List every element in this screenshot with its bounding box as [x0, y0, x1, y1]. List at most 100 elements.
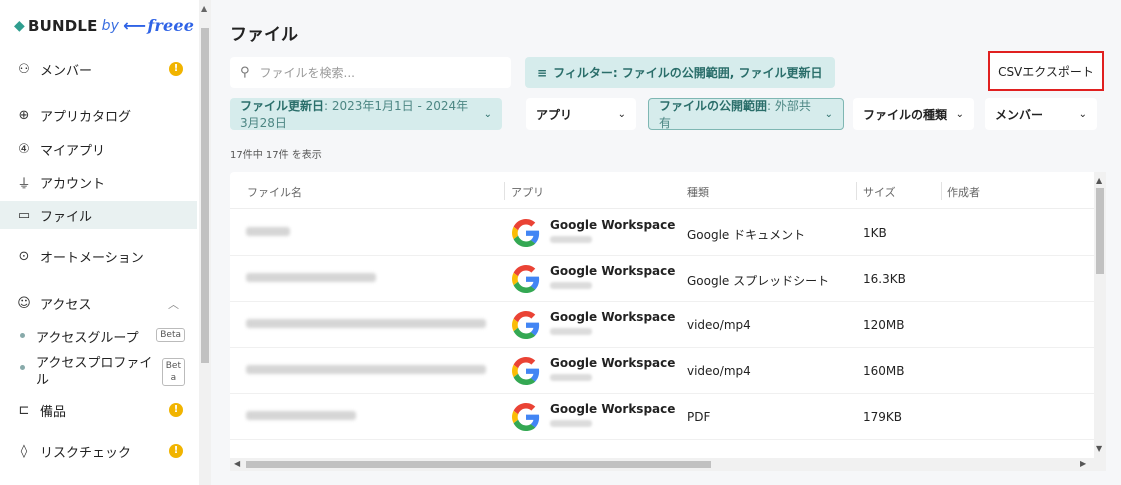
- file-name-redacted: [246, 411, 356, 420]
- table-row[interactable]: Google Workspace PDF 179KB: [230, 394, 1105, 440]
- chip-app[interactable]: アプリ ⌄: [526, 98, 636, 130]
- file-size: 179KB: [863, 410, 903, 424]
- sidebar-item-label: マイアプリ: [40, 143, 106, 159]
- google-icon: [512, 311, 540, 339]
- shield-check-icon: ◊: [20, 443, 28, 459]
- sidebar-subitem-access-profiles[interactable]: アクセスプロファイ ル Bet a: [20, 355, 190, 391]
- globe-icon: ⊕: [18, 107, 30, 123]
- brand-partner: freee: [147, 16, 195, 35]
- scroll-right-arrow-icon[interactable]: ▶: [1080, 459, 1086, 468]
- column-header-file-name[interactable]: ファイル名: [247, 184, 302, 200]
- csv-export-button[interactable]: CSVエクスポート: [988, 51, 1104, 91]
- chip-member[interactable]: メンバー ⌄: [985, 98, 1097, 130]
- folder-icon: ▭: [17, 207, 31, 223]
- chevron-down-icon: ⌄: [1078, 108, 1087, 120]
- column-header-size[interactable]: サイズ: [863, 184, 896, 200]
- sidebar-subitem-label: アクセスグループ: [36, 331, 139, 346]
- badge-line-2: a: [170, 373, 177, 383]
- app-account-redacted: [550, 328, 592, 335]
- file-name-redacted: [246, 319, 486, 328]
- chip-label: ファイル更新日: [240, 99, 325, 113]
- column-divider: [856, 182, 857, 200]
- column-header-creator[interactable]: 作成者: [947, 184, 980, 200]
- chip-file-type[interactable]: ファイルの種類 ⌄: [853, 98, 974, 130]
- sidebar-item-risk-check[interactable]: ◊ リスクチェック !: [0, 437, 197, 465]
- sidebar-item-label: アカウント: [40, 176, 106, 192]
- table-vscroll-thumb[interactable]: [1096, 188, 1104, 274]
- chevron-down-icon: ⌄: [483, 108, 492, 120]
- chip-visibility[interactable]: ファイルの公開範囲: 外部共有 ⌄: [648, 98, 844, 130]
- filter-button[interactable]: ≡ フィルター: ファイルの公開範囲, ファイル更新日: [525, 57, 835, 88]
- sidebar-scroll-thumb[interactable]: [201, 28, 209, 363]
- sidebar-item-equipment[interactable]: ⊏ 備品 !: [0, 396, 197, 424]
- sidebar-scrollbar[interactable]: ▲: [199, 0, 211, 485]
- file-type: Google スプレッドシート: [687, 274, 830, 288]
- google-icon: [512, 265, 540, 293]
- people-icon: ⚇: [18, 61, 30, 77]
- app-name: Google Workspace: [550, 402, 676, 416]
- sidebar-item-label: ファイル: [40, 209, 93, 225]
- chevron-down-icon: ⌄: [617, 108, 626, 120]
- sidebar-item-access[interactable]: ☺ アクセス ︿: [0, 289, 197, 317]
- column-header-type[interactable]: 種類: [687, 184, 709, 200]
- chip-label: ファイルの公開範囲: [659, 99, 768, 113]
- table-row[interactable]: Google Workspace Google スプレッドシート 16.3KB: [230, 256, 1105, 302]
- chip-text: ファイル更新日: 2023年1月1日 - 2024年3月28日: [240, 97, 476, 131]
- file-type: video/mp4: [687, 364, 751, 378]
- column-header-app[interactable]: アプリ: [511, 184, 544, 200]
- sidebar-item-label: オートメーション: [40, 250, 144, 266]
- sidebar-item-automation[interactable]: ⊙ オートメーション: [0, 242, 197, 270]
- app-name: Google Workspace: [550, 310, 676, 324]
- brand-name: BUNDLE: [27, 16, 98, 35]
- sidebar-item-accounts[interactable]: ⏚ アカウント: [0, 168, 197, 196]
- table-row[interactable]: Google Workspace video/mp4 120MB: [230, 302, 1105, 348]
- scroll-down-arrow-icon[interactable]: ▼: [1096, 444, 1102, 453]
- table-horizontal-scrollbar[interactable]: ◀ ▶: [230, 458, 1106, 471]
- sidebar-item-my-apps[interactable]: ④ マイアプリ: [0, 135, 197, 163]
- column-divider: [504, 182, 505, 200]
- bundle-logo-icon: ◆: [14, 17, 25, 34]
- search-input[interactable]: ⚲ ファイルを検索...: [230, 57, 511, 88]
- brand-logo[interactable]: ◆ BUNDLE by ⟵ freee: [14, 16, 194, 35]
- chevron-up-icon: ︿: [168, 298, 179, 311]
- table-header: ファイル名 アプリ 種類 サイズ 作成者: [230, 172, 1105, 209]
- table-hscroll-thumb[interactable]: [246, 461, 711, 468]
- chip-label: ファイルの種類: [863, 107, 948, 122]
- sidebar-item-files[interactable]: ▭ ファイル: [0, 201, 197, 229]
- beta-badge: Bet a: [161, 358, 185, 386]
- filter-icon: ≡: [537, 65, 548, 80]
- sidebar-item-label: 備品: [40, 404, 67, 420]
- file-size: 160MB: [863, 364, 905, 378]
- google-icon: [512, 357, 540, 385]
- app-account-redacted: [550, 420, 592, 427]
- bullet-dot: [20, 333, 25, 338]
- chip-label: メンバー: [995, 107, 1044, 122]
- sidebar-subitem-label: アクセスプロファイ ル: [36, 355, 152, 389]
- file-size: 16.3KB: [863, 272, 906, 286]
- google-icon: [512, 219, 540, 247]
- table-vertical-scrollbar[interactable]: ▲ ▼: [1094, 172, 1106, 458]
- scroll-left-arrow-icon[interactable]: ◀: [234, 459, 240, 468]
- app-window: ◆ BUNDLE by ⟵ freee ⚇ メンバー ! ⊕ アプリカタログ ④…: [0, 0, 1121, 485]
- table-row[interactable]: Google Workspace Google ドキュメント 1KB: [230, 210, 1105, 256]
- scroll-up-arrow-icon[interactable]: ▲: [201, 4, 207, 13]
- warning-badge-icon: !: [169, 62, 183, 76]
- google-icon: [512, 403, 540, 431]
- filter-label: フィルター: ファイルの公開範囲, ファイル更新日: [553, 66, 823, 80]
- scroll-up-arrow-icon[interactable]: ▲: [1096, 176, 1102, 185]
- search-icon: ⚲: [240, 65, 250, 80]
- sidebar-item-app-catalog[interactable]: ⊕ アプリカタログ: [0, 101, 197, 129]
- file-size: 1KB: [863, 226, 887, 240]
- main-content: ファイル ⚲ ファイルを検索... ≡ フィルター: ファイルの公開範囲, ファ…: [211, 0, 1121, 485]
- search-placeholder: ファイルを検索...: [259, 66, 355, 80]
- chevron-down-icon: ⌄: [955, 108, 964, 120]
- beta-badge: Beta: [156, 328, 185, 342]
- freee-arrow-icon: ⟵: [123, 16, 147, 35]
- sidebar-subitem-access-groups[interactable]: アクセスグループ Beta: [20, 327, 190, 346]
- chip-updated-date[interactable]: ファイル更新日: 2023年1月1日 - 2024年3月28日 ⌄: [230, 98, 502, 130]
- table-row[interactable]: Google Workspace video/mp4 160MB: [230, 348, 1105, 394]
- app-account-redacted: [550, 236, 592, 243]
- warning-badge-icon: !: [169, 403, 183, 417]
- brand-by: by: [101, 17, 120, 34]
- sidebar-item-members[interactable]: ⚇ メンバー !: [0, 55, 197, 83]
